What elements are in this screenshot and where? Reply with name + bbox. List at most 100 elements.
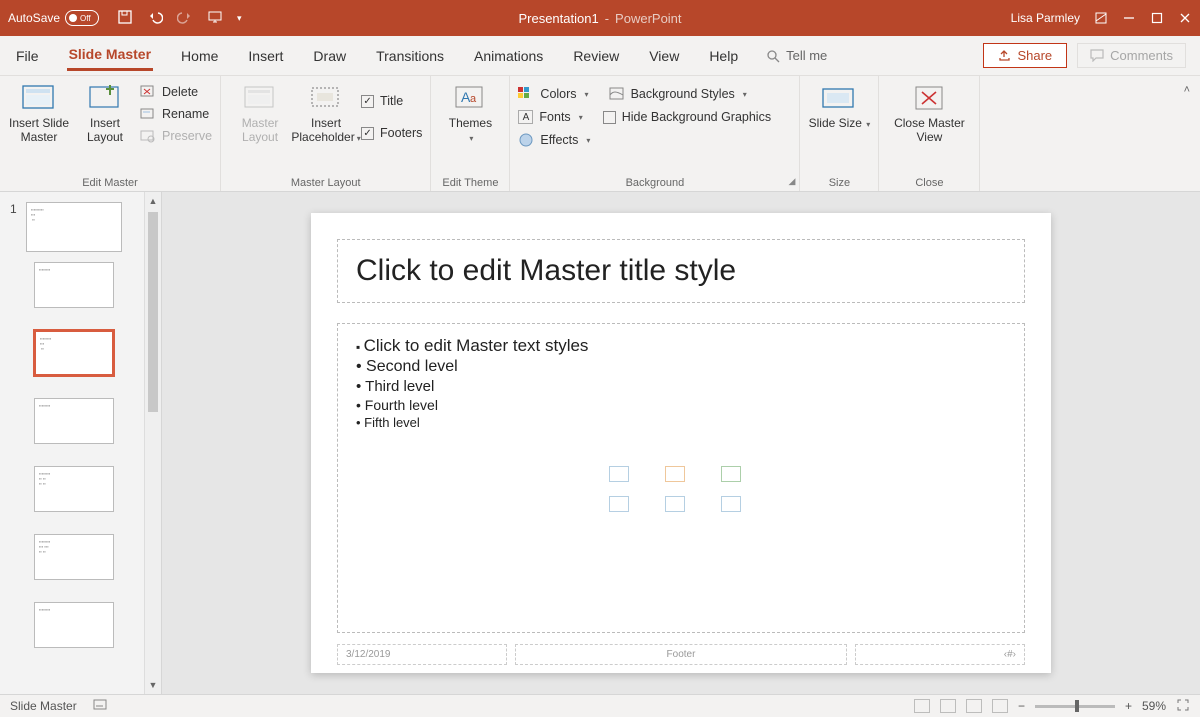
comment-icon bbox=[1090, 49, 1104, 62]
effects-button[interactable]: Effects▾ bbox=[518, 132, 590, 148]
maximize-icon[interactable] bbox=[1150, 11, 1164, 25]
hide-bg-label: Hide Background Graphics bbox=[622, 110, 771, 124]
slide[interactable]: Click to edit Master title style Click t… bbox=[311, 213, 1051, 673]
delete-icon bbox=[140, 84, 156, 100]
footers-checkbox[interactable]: ✓Footers bbox=[361, 126, 422, 140]
tab-review[interactable]: Review bbox=[571, 42, 621, 70]
slideshow-view-icon[interactable] bbox=[992, 699, 1008, 713]
zoom-out-button[interactable]: − bbox=[1018, 699, 1025, 713]
tab-slide-master[interactable]: Slide Master bbox=[67, 40, 153, 71]
notes-icon[interactable] bbox=[93, 699, 107, 714]
tab-help[interactable]: Help bbox=[707, 42, 740, 70]
scroll-down-icon[interactable]: ▼ bbox=[145, 676, 161, 694]
preserve-button[interactable]: Preserve bbox=[140, 128, 212, 144]
comments-button[interactable]: Comments bbox=[1077, 43, 1186, 68]
slide-size-button[interactable]: Slide Size ▾ bbox=[808, 80, 870, 130]
tab-animations[interactable]: Animations bbox=[472, 42, 545, 70]
delete-button[interactable]: Delete bbox=[140, 84, 212, 100]
rename-icon bbox=[140, 106, 156, 122]
group-label-master-layout: Master Layout bbox=[229, 177, 422, 191]
reading-view-icon[interactable] bbox=[966, 699, 982, 713]
group-label-edit-master: Edit Master bbox=[8, 177, 212, 191]
insert-slide-master-button[interactable]: Insert Slide Master bbox=[8, 80, 70, 144]
tab-draw[interactable]: Draw bbox=[311, 42, 348, 70]
zoom-in-button[interactable]: + bbox=[1125, 699, 1132, 713]
undo-icon[interactable] bbox=[147, 9, 163, 28]
tab-home[interactable]: Home bbox=[179, 42, 220, 70]
colors-button[interactable]: Colors▾ bbox=[518, 86, 588, 102]
autosave-control[interactable]: AutoSave Off bbox=[8, 10, 99, 26]
thumb-layout-5[interactable]: ▪▪▪▪▪▪▪▪▪▪▪ ▪▪▪▪▪ ▪▪ bbox=[34, 534, 114, 580]
thumb-layout-2[interactable]: ▪▪▪▪▪▪▪▪▪▪▪ ▪▪ bbox=[34, 330, 114, 376]
thumb-layout-1[interactable]: ▪▪▪▪▪▪▪▪ bbox=[34, 262, 114, 308]
thumb-layout-4[interactable]: ▪▪▪▪▪▪▪▪▪▪ ▪▪▪▪ ▪▪ bbox=[34, 466, 114, 512]
collapse-ribbon[interactable]: ˄ bbox=[1184, 76, 1200, 191]
zoom-slider[interactable] bbox=[1035, 705, 1115, 708]
autosave-toggle[interactable]: Off bbox=[65, 10, 99, 26]
bullet-3[interactable]: Third level bbox=[356, 378, 1006, 395]
thumb-layout-6[interactable]: ▪▪▪▪▪▪▪▪ bbox=[34, 602, 114, 648]
user-name[interactable]: Lisa Parmley bbox=[1011, 11, 1080, 25]
insert-video-icon[interactable] bbox=[721, 496, 741, 512]
insert-chart-icon[interactable] bbox=[665, 466, 685, 482]
qat-customize-icon[interactable]: ▾ bbox=[237, 13, 242, 24]
group-master-layout: Master Layout Insert Placeholder▾ ✓Title… bbox=[221, 76, 431, 191]
save-icon[interactable] bbox=[117, 9, 133, 28]
tab-insert[interactable]: Insert bbox=[246, 42, 285, 70]
themes-button[interactable]: Aa Themes▾ bbox=[439, 80, 501, 144]
body-placeholder[interactable]: Click to edit Master text styles Second … bbox=[337, 323, 1025, 633]
sorter-view-icon[interactable] bbox=[940, 699, 956, 713]
thumb-scrollbar[interactable]: ▲ ▼ bbox=[144, 192, 161, 694]
insert-table-icon[interactable] bbox=[609, 466, 629, 482]
tab-view[interactable]: View bbox=[647, 42, 681, 70]
scroll-up-icon[interactable]: ▲ bbox=[145, 192, 161, 210]
bullet-4[interactable]: Fourth level bbox=[356, 397, 1006, 413]
bullet-2[interactable]: Second level bbox=[356, 358, 1006, 376]
hide-bg-checkbox[interactable]: Hide Background Graphics bbox=[603, 110, 771, 124]
tab-transitions[interactable]: Transitions bbox=[374, 42, 446, 70]
checkbox-icon bbox=[603, 111, 616, 124]
insert-smartart-icon[interactable] bbox=[721, 466, 741, 482]
slide-canvas[interactable]: Click to edit Master title style Click t… bbox=[162, 192, 1200, 694]
slide-number-placeholder[interactable]: ‹#› bbox=[855, 644, 1025, 665]
title-checkbox[interactable]: ✓Title bbox=[361, 94, 422, 108]
rename-button[interactable]: Rename bbox=[140, 106, 212, 122]
insert-layout-button[interactable]: Insert Layout bbox=[74, 80, 136, 144]
bullet-1[interactable]: Click to edit Master text styles bbox=[356, 336, 1006, 356]
minimize-icon[interactable] bbox=[1122, 11, 1136, 25]
master-layout-label: Master Layout bbox=[229, 116, 291, 144]
normal-view-icon[interactable] bbox=[914, 699, 930, 713]
redo-icon[interactable] bbox=[177, 9, 193, 28]
tab-file[interactable]: File bbox=[14, 42, 41, 70]
date-placeholder[interactable]: 3/12/2019 bbox=[337, 644, 507, 665]
footer-placeholder[interactable]: Footer bbox=[515, 644, 847, 665]
bullet-5[interactable]: Fifth level bbox=[356, 415, 1006, 430]
themes-label: Themes▾ bbox=[449, 116, 492, 144]
dialog-launcher-icon[interactable]: ◢ bbox=[789, 176, 796, 187]
thumb-layout-3[interactable]: ▪▪▪▪▪▪▪▪ bbox=[34, 398, 114, 444]
ribbon-display-icon[interactable] bbox=[1094, 11, 1108, 25]
fonts-button[interactable]: AFonts▾ bbox=[518, 110, 582, 124]
insert-online-picture-icon[interactable] bbox=[665, 496, 685, 512]
fit-to-window-icon[interactable] bbox=[1176, 698, 1190, 715]
title-placeholder[interactable]: Click to edit Master title style bbox=[337, 239, 1025, 303]
insert-picture-icon[interactable] bbox=[609, 496, 629, 512]
zoom-thumb[interactable] bbox=[1075, 700, 1079, 712]
comments-label: Comments bbox=[1110, 48, 1173, 63]
close-master-view-button[interactable]: Close Master View bbox=[887, 80, 971, 144]
tell-me-search[interactable]: Tell me bbox=[766, 48, 827, 63]
present-icon[interactable] bbox=[207, 9, 223, 28]
close-icon[interactable] bbox=[1178, 11, 1192, 25]
scroll-thumb[interactable] bbox=[148, 212, 158, 412]
share-icon bbox=[998, 49, 1011, 62]
close-master-icon bbox=[911, 84, 947, 112]
delete-label: Delete bbox=[162, 85, 198, 99]
quick-access-toolbar: ▾ bbox=[117, 9, 242, 28]
insert-placeholder-button[interactable]: Insert Placeholder▾ bbox=[295, 80, 357, 144]
zoom-level[interactable]: 59% bbox=[1142, 699, 1166, 713]
share-button[interactable]: Share bbox=[983, 43, 1067, 68]
bg-styles-button[interactable]: Background Styles▾ bbox=[609, 86, 747, 102]
content-placeholder-icons[interactable] bbox=[609, 466, 753, 512]
thumb-master[interactable]: ▪▪▪▪▪▪▪▪▪▪▪▪ ▪▪ bbox=[26, 202, 122, 252]
toggle-dot-icon bbox=[69, 14, 77, 22]
